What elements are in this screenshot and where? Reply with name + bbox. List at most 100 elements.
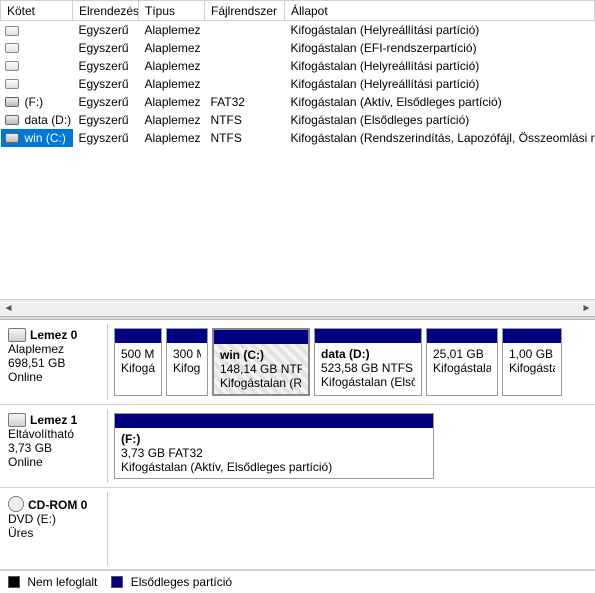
- disk-type: Eltávolítható: [8, 427, 101, 441]
- disk-title: Lemez 0: [8, 328, 101, 342]
- volume-fs: [205, 75, 285, 93]
- volume-row[interactable]: EgyszerűAlaplemez Kifogástalan (Helyreáll…: [1, 21, 595, 39]
- volume-status: Kifogástalan (Rendszerindítás, Lapozófáj…: [285, 129, 595, 147]
- volume-icon: [5, 43, 19, 53]
- volume-fs: [205, 39, 285, 57]
- disk-row: Lemez 0Alaplemez698,51 GBOnline500 MBKif…: [0, 320, 595, 405]
- hdd-icon: [8, 413, 26, 427]
- disk-state: Online: [8, 455, 101, 469]
- volume-layout: Egyszerű: [73, 57, 139, 75]
- partition[interactable]: 500 MBKifogás: [114, 328, 162, 396]
- partition-name: (F:): [121, 432, 427, 446]
- partition[interactable]: data (D:)523,58 GB NTFSKifogástalan (Els…: [314, 328, 422, 396]
- disk-partitions: [108, 492, 595, 565]
- col-volume[interactable]: Kötet: [1, 1, 73, 21]
- partition-stripe: [214, 330, 308, 344]
- volume-name: win (C:): [19, 129, 73, 147]
- horizontal-scrollbar[interactable]: ◄ ►: [0, 299, 595, 316]
- disk-type: DVD (E:): [8, 512, 101, 526]
- volume-fs: [205, 57, 285, 75]
- col-status[interactable]: Állapot: [285, 1, 595, 21]
- partition[interactable]: 1,00 GBKifogástalan: [502, 328, 562, 396]
- partition-status: Kifogástalan (Rendszerindítás, Lapozófáj…: [220, 376, 302, 390]
- volume-status: Kifogástalan (EFI-rendszerpartíció): [285, 39, 595, 57]
- volume-status: Kifogástalan (Helyreállítási partíció): [285, 57, 595, 75]
- partition-status: Kifogástalan (Elsődleges partíció): [321, 375, 415, 389]
- partition-stripe: [427, 329, 497, 343]
- volume-layout: Egyszerű: [73, 21, 139, 39]
- partition-size: 500 MB: [121, 347, 155, 361]
- volume-row[interactable]: EgyszerűAlaplemezKifogástalan (Helyreáll…: [1, 57, 595, 75]
- disk-map: Lemez 0Alaplemez698,51 GBOnline500 MBKif…: [0, 320, 595, 570]
- disk-row: Lemez 1Eltávolítható3,73 GBOnline(F:)3,7…: [0, 405, 595, 488]
- disk-title: Lemez 1: [8, 413, 101, 427]
- partition-status: Kifogástalan (: [433, 361, 491, 375]
- volume-type: Alaplemez: [139, 21, 205, 39]
- volume-layout: Egyszerű: [73, 39, 139, 57]
- col-type[interactable]: Típus: [139, 1, 205, 21]
- partition[interactable]: 300 MKifogá: [166, 328, 208, 396]
- volume-row[interactable]: win (C:)EgyszerűAlaplemezNTFSKifogástala…: [1, 129, 595, 147]
- volume-icon: [5, 133, 19, 143]
- disk-partitions: (F:)3,73 GB FAT32Kifogástalan (Aktív, El…: [108, 409, 595, 483]
- disk-row: CD-ROM 0DVD (E:)Üres: [0, 488, 595, 570]
- cd-icon: [8, 496, 24, 512]
- volume-icon: [5, 115, 19, 125]
- volume-fs: NTFS: [205, 129, 285, 147]
- legend-primary-label: Elsődleges partíció: [131, 575, 232, 589]
- col-fs[interactable]: Fájlrendszer: [205, 1, 285, 21]
- partition-stripe: [115, 329, 161, 343]
- volume-name: [19, 39, 73, 57]
- volume-list-empty-area: [0, 147, 595, 300]
- volume-layout: Egyszerű: [73, 129, 139, 147]
- partition[interactable]: (F:)3,73 GB FAT32Kifogástalan (Aktív, El…: [114, 413, 434, 479]
- partition-size: 25,01 GB: [433, 347, 491, 361]
- disk-info: Lemez 1Eltávolítható3,73 GBOnline: [0, 409, 108, 483]
- disk-state: Üres: [8, 526, 101, 540]
- partition[interactable]: 25,01 GBKifogástalan (: [426, 328, 498, 396]
- volume-layout: Egyszerű: [73, 93, 139, 111]
- disk-title: CD-ROM 0: [8, 496, 101, 512]
- volume-row[interactable]: data (D:)EgyszerűAlaplemezNTFSKifogástal…: [1, 111, 595, 129]
- legend-primary: Elsődleges partíció: [111, 575, 232, 589]
- disk-state: Online: [8, 370, 101, 384]
- volume-table[interactable]: Kötet Elrendezés Típus Fájlrendszer Álla…: [0, 0, 595, 147]
- partition-status: Kifogá: [173, 361, 201, 375]
- partition-name: win (C:): [220, 348, 302, 362]
- volume-icon: [5, 79, 19, 89]
- volume-type: Alaplemez: [139, 93, 205, 111]
- volume-fs: [205, 21, 285, 39]
- partition-status: Kifogástalan: [509, 361, 555, 375]
- volume-status: Kifogástalan (Helyreállítási partíció): [285, 75, 595, 93]
- partition[interactable]: win (C:)148,14 GB NTFSKifogástalan (Rend…: [212, 328, 310, 396]
- volume-name: data (D:): [19, 111, 73, 129]
- volume-fs: NTFS: [205, 111, 285, 129]
- volume-layout: Egyszerű: [73, 75, 139, 93]
- partition-size: 1,00 GB: [509, 347, 555, 361]
- volume-row[interactable]: EgyszerűAlaplemezKifogástalan (Helyreáll…: [1, 75, 595, 93]
- legend-unallocated: Nem lefoglalt: [8, 575, 97, 589]
- partition-stripe: [315, 329, 421, 343]
- partition-status: Kifogástalan (Aktív, Elsődleges partíció…: [121, 460, 427, 474]
- volume-icon: [5, 97, 19, 107]
- disk-size: 698,51 GB: [8, 356, 101, 370]
- partition-size: 148,14 GB NTFS: [220, 362, 302, 376]
- legend-swatch-black: [8, 576, 20, 588]
- scroll-left-arrow[interactable]: ◄: [0, 300, 17, 317]
- volume-status: Kifogástalan (Helyreállítási partíció): [285, 21, 595, 39]
- partition-stripe: [167, 329, 207, 343]
- volume-table-header[interactable]: Kötet Elrendezés Típus Fájlrendszer Álla…: [1, 1, 595, 21]
- legend: Nem lefoglalt Elsődleges partíció: [0, 570, 595, 593]
- partition-stripe: [115, 414, 433, 428]
- volume-type: Alaplemez: [139, 39, 205, 57]
- disk-size: 3,73 GB: [8, 441, 101, 455]
- volume-row[interactable]: EgyszerűAlaplemez Kifogástalan (EFI-rends…: [1, 39, 595, 57]
- col-layout[interactable]: Elrendezés: [73, 1, 139, 21]
- disk-info: CD-ROM 0DVD (E:)Üres: [0, 492, 108, 565]
- partition-name: data (D:): [321, 347, 415, 361]
- partition-size: 523,58 GB NTFS: [321, 361, 415, 375]
- scroll-right-arrow[interactable]: ►: [578, 300, 595, 317]
- volume-type: Alaplemez: [139, 111, 205, 129]
- volume-name: [19, 21, 73, 39]
- volume-row[interactable]: (F:)EgyszerűAlaplemezFAT32Kifogástalan (…: [1, 93, 595, 111]
